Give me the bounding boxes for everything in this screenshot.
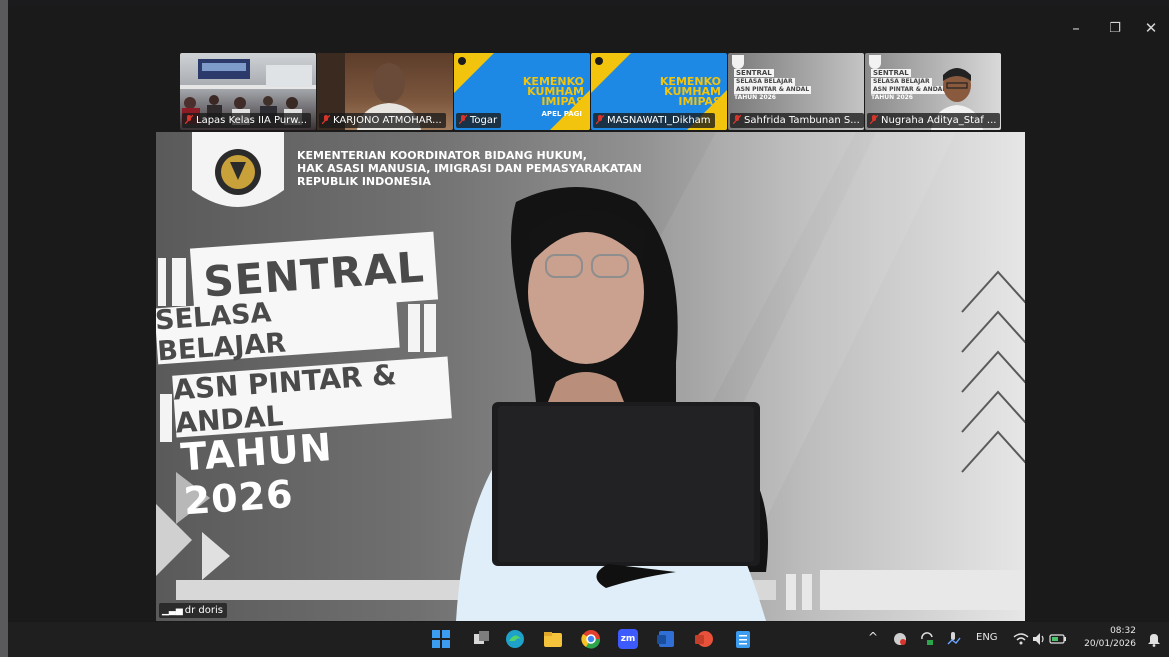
word-icon[interactable] [656, 629, 676, 649]
participant-tile[interactable]: SENTRAL SELASA BELAJAR ASN PINTAR & ANDA… [865, 53, 1001, 130]
kemenko-title: KEMENKO KUMHAM IMIPAS [659, 75, 721, 108]
zoom-icon[interactable]: zm [618, 629, 638, 649]
mic-tray-icon[interactable] [946, 631, 962, 647]
muted-mic-icon [185, 115, 193, 124]
participant-tile[interactable]: KEMENKO KUMHAM IMIPAS MASNAWATI_Dikham [591, 53, 727, 130]
participant-tile[interactable]: KARJONO ATMOHAR... [317, 53, 453, 130]
muted-mic-icon [733, 115, 741, 124]
participant-label: Sahfrida Tambunan S... [730, 113, 864, 128]
muted-mic-icon [322, 115, 330, 124]
tray-chevron[interactable]: ^ [868, 630, 878, 644]
windows-start-icon[interactable] [431, 629, 451, 649]
participant-label: KARJONO ATMOHAR... [319, 113, 446, 128]
mini-banner: SENTRAL SELASA BELAJAR ASN PINTAR & ANDA… [734, 69, 812, 101]
muted-mic-icon [870, 115, 878, 124]
participant-label: Lapas Kelas IIA Purw... [182, 113, 312, 128]
minimize-button[interactable]: – [1058, 12, 1094, 44]
wifi-icon[interactable] [1013, 631, 1029, 647]
clock-time: 08:32 [1110, 626, 1136, 636]
screen-bezel [0, 0, 8, 657]
main-video: KEMENTERIAN KOORDINATOR BIDANG HUKUM, HA… [156, 132, 1025, 621]
powerpoint-icon[interactable] [694, 629, 714, 649]
participant-strip: Lapas Kelas IIA Purw... KARJONO ATMOHAR.… [180, 53, 1002, 130]
ministry-header: KEMENTERIAN KOORDINATOR BIDANG HUKUM, HA… [297, 149, 642, 188]
participant-label: Nugraha Aditya_Staf ... [867, 113, 1001, 128]
participant-tile[interactable]: KEMENKO KUMHAM IMIPAS APEL PAGI Togar [454, 53, 590, 130]
sync-tray-icon[interactable] [919, 631, 935, 647]
clock-date: 20/01/2026 [1084, 639, 1136, 649]
participant-label: Togar [456, 113, 502, 128]
edge-icon[interactable] [505, 629, 525, 649]
speaker-name-tag: ▁▃▅ dr doris [159, 603, 227, 618]
restore-button[interactable]: ❐ [1097, 12, 1133, 44]
battery-icon[interactable] [1049, 631, 1067, 647]
participant-tile[interactable]: SENTRAL SELASA BELAJAR ASN PINTAR & ANDA… [728, 53, 864, 130]
task-view-icon[interactable] [471, 629, 491, 649]
zoom-window: – ❐ ✕ Lapas Kelas IIA Purw... KARJONO AT… [8, 6, 1169, 622]
participant-tile[interactable]: Lapas Kelas IIA Purw... [180, 53, 316, 130]
participant-label: MASNAWATI_Dikham [593, 113, 715, 128]
chrome-icon[interactable] [581, 629, 601, 649]
kemenko-title: KEMENKO KUMHAM IMIPAS [522, 75, 584, 108]
volume-icon[interactable] [1031, 631, 1047, 647]
file-explorer-icon[interactable] [543, 629, 563, 649]
muted-mic-icon [596, 115, 604, 124]
language-indicator[interactable]: ENG [976, 632, 998, 643]
notification-bell-icon[interactable] [1146, 631, 1162, 647]
security-tray-icon[interactable] [892, 631, 908, 647]
emblem-icon [732, 55, 744, 69]
notepad-icon[interactable] [733, 629, 753, 649]
muted-mic-icon [459, 115, 467, 124]
signal-icon: ▁▃▅ [162, 606, 183, 616]
taskbar: zm ^ ENG 08:32 20/01/2026 [8, 622, 1169, 657]
clock[interactable]: 08:32 20/01/2026 [1082, 625, 1136, 651]
apel-label: APEL PAGI [541, 110, 582, 118]
close-button[interactable]: ✕ [1133, 12, 1169, 44]
